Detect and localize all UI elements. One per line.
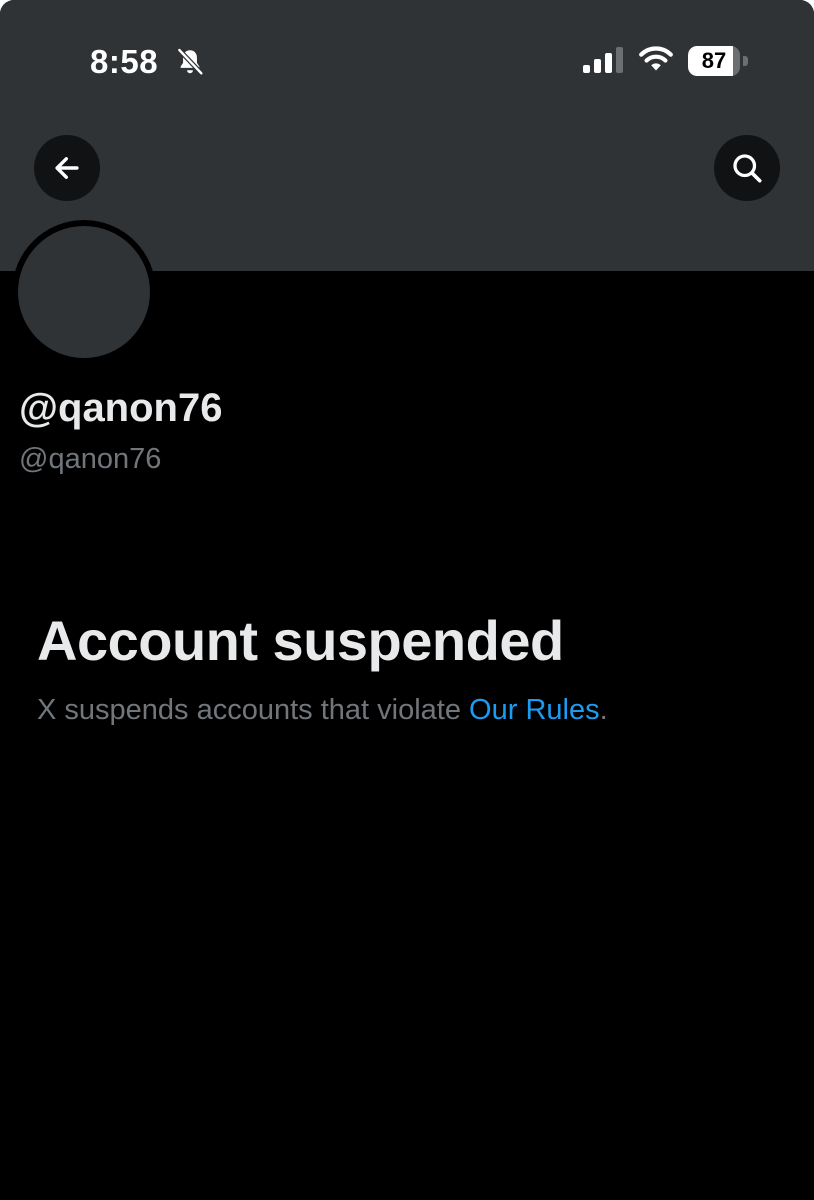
wifi-icon: [639, 46, 673, 71]
bell-slash-icon: [176, 47, 204, 76]
status-time: 8:58: [90, 43, 159, 80]
suspended-message-suffix: .: [599, 694, 608, 726]
user-handle: @qanon76: [19, 443, 162, 475]
suspended-message: X suspends accounts that violate Our Rul…: [37, 692, 608, 728]
search-button[interactable]: [714, 135, 780, 201]
cellular-signal-icon: [583, 47, 623, 73]
back-button[interactable]: [34, 135, 100, 201]
battery-level: 87: [701, 48, 727, 73]
search-icon: [733, 154, 762, 183]
battery-body: 87: [688, 46, 740, 76]
battery-icon: 87: [688, 46, 750, 76]
phone-screen: 8:58 87 @qanon76 @qanon76 Account suspen…: [0, 0, 814, 1200]
display-name: @qanon76: [19, 386, 223, 430]
arrow-left-icon: [55, 157, 79, 179]
avatar[interactable]: [12, 220, 156, 364]
avatar-placeholder: [18, 226, 150, 358]
battery-nub: [743, 56, 748, 66]
suspended-title: Account suspended: [37, 609, 564, 672]
our-rules-link[interactable]: Our Rules: [469, 694, 600, 726]
suspended-message-prefix: X suspends accounts that violate: [37, 694, 470, 726]
